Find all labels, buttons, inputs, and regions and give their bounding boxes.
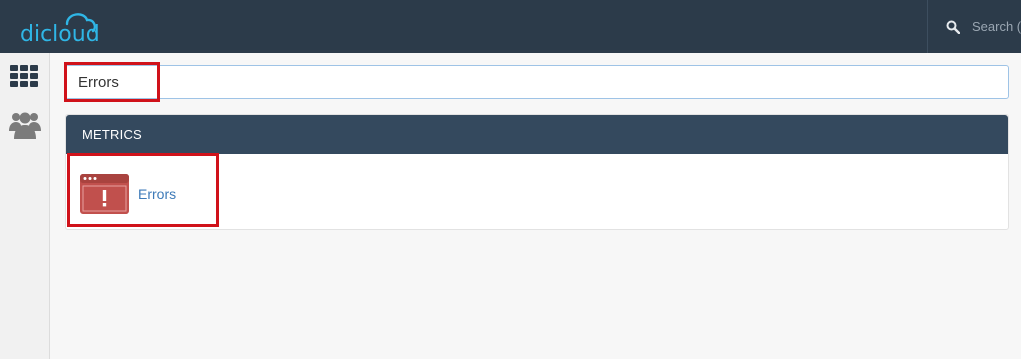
sidebar [0,53,50,359]
panel-header: METRICS [66,115,1008,154]
search-icon [946,20,960,34]
global-search[interactable]: Search ( [946,0,1021,53]
logo-text: dicloud [20,22,98,44]
panel-title: METRICS [82,127,142,142]
topbar-divider [927,0,928,53]
top-navigation-bar: dicloud Search ( [0,0,1021,53]
users-icon[interactable] [9,109,41,139]
global-search-label: Search ( [972,19,1021,34]
result-item-errors[interactable]: Errors [80,173,176,215]
result-item-label: Errors [138,186,177,202]
metrics-search-input[interactable] [65,65,1009,99]
error-window-icon [80,174,129,214]
metrics-panel: METRICS Errors [65,114,1009,230]
dicloud-logo[interactable]: dicloud [20,8,98,44]
grid-apps-icon[interactable] [10,65,38,87]
